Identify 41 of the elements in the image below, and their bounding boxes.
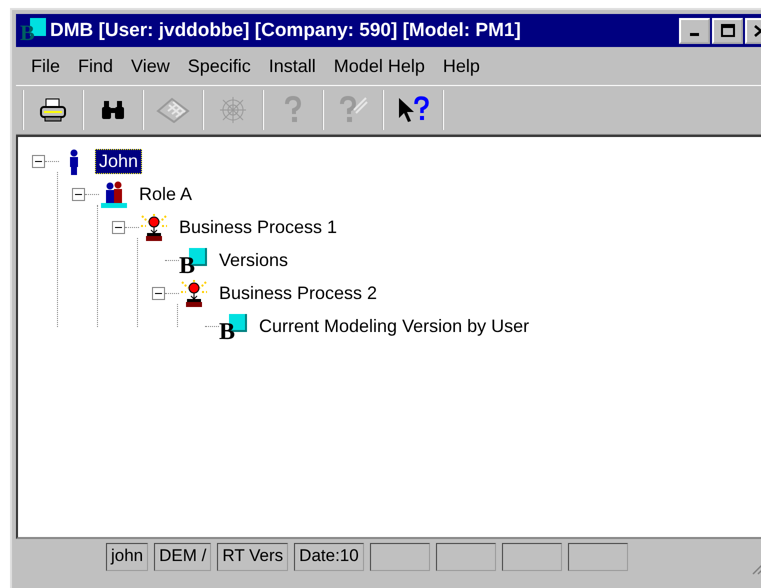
status-panel bbox=[568, 543, 628, 571]
status-panel: RT Vers bbox=[217, 543, 288, 571]
collapse-toggle[interactable] bbox=[112, 221, 125, 234]
status-panel bbox=[370, 543, 430, 571]
printer-icon bbox=[40, 98, 66, 122]
status-panel bbox=[502, 543, 562, 571]
tree-item[interactable]: John bbox=[95, 149, 142, 174]
diamond-grid-icon bbox=[156, 97, 190, 123]
maximize-icon bbox=[720, 24, 734, 37]
tree-item[interactable]: Versions bbox=[215, 248, 292, 273]
collapse-toggle[interactable] bbox=[72, 188, 85, 201]
tree-item[interactable]: Business Process 1 bbox=[175, 215, 342, 240]
menu-item[interactable]: Specific bbox=[178, 56, 260, 76]
status-panel: john bbox=[106, 543, 148, 571]
question-check-icon bbox=[338, 96, 368, 124]
web-icon bbox=[218, 96, 248, 124]
status-panel bbox=[436, 543, 496, 571]
tree-item[interactable]: Business Process 2 bbox=[215, 281, 382, 306]
question-icon bbox=[283, 96, 303, 124]
maximize-button[interactable] bbox=[712, 18, 743, 44]
status-panel: Date:10 bbox=[294, 543, 364, 571]
collapse-toggle[interactable] bbox=[32, 155, 45, 168]
tree-item[interactable]: Current Modeling Version by User bbox=[255, 314, 534, 339]
stamp-icon bbox=[180, 280, 208, 308]
menu-item[interactable]: Find bbox=[69, 56, 122, 76]
window-title: DMB [User: jvddobbe] [Company: 590] [Model: PM1] bbox=[50, 20, 522, 42]
stamp-icon bbox=[140, 214, 168, 242]
menu-item[interactable]: Model Help bbox=[324, 56, 434, 76]
menu-item[interactable]: File bbox=[22, 56, 70, 76]
pointer-question-icon bbox=[397, 96, 429, 124]
tree-item[interactable]: Role A bbox=[135, 182, 196, 207]
menu-item[interactable]: View bbox=[122, 56, 179, 76]
menu-item[interactable]: Help bbox=[434, 56, 489, 76]
people-icon bbox=[100, 180, 128, 208]
status-panel: DEM / bbox=[154, 543, 212, 571]
minimize-button[interactable] bbox=[679, 18, 710, 44]
menu-item[interactable]: Install bbox=[260, 56, 325, 76]
minimize-icon bbox=[690, 33, 699, 36]
collapse-toggle[interactable] bbox=[152, 287, 165, 300]
person-icon bbox=[68, 148, 80, 174]
binoculars-icon bbox=[101, 100, 125, 120]
